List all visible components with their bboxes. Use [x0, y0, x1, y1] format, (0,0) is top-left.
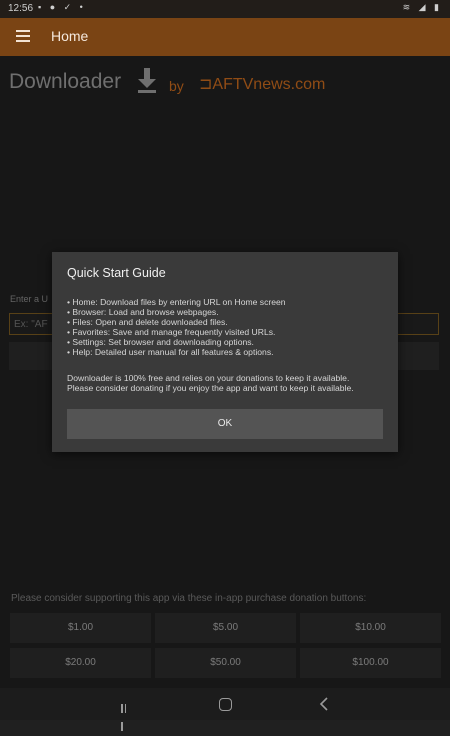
list-item: • Browser: Load and browse webpages.	[67, 307, 219, 317]
system-nav-bar	[0, 688, 450, 731]
status-bar: 12:56 ▪ ● ✓ • ≋ ◢ ▮	[0, 0, 450, 18]
list-item: • Files: Open and delete downloaded file…	[67, 317, 228, 327]
dialog-title: Quick Start Guide	[67, 266, 166, 280]
list-item: • Settings: Set browser and downloading …	[67, 337, 254, 347]
list-item: • Home: Download files by entering URL o…	[67, 297, 286, 307]
quick-start-dialog: Quick Start Guide • Home: Download files…	[52, 252, 398, 452]
home-icon[interactable]	[219, 698, 232, 711]
dialog-feature-list: • Home: Download files by entering URL o…	[67, 297, 286, 357]
app-bar: Home	[0, 18, 450, 56]
status-time: 12:56	[8, 3, 34, 14]
notification-icons: ▪ ● ✓ •	[38, 2, 86, 12]
dialog-donation-note: Downloader is 100% free and relies on yo…	[67, 373, 387, 393]
dialog-note-line-2: Please consider donating if you enjoy th…	[67, 383, 354, 393]
page-title: Home	[51, 28, 89, 44]
ok-button[interactable]: OK	[67, 409, 383, 439]
back-icon[interactable]	[318, 697, 330, 711]
recent-apps-icon[interactable]	[121, 700, 131, 731]
hamburger-icon[interactable]	[16, 30, 30, 42]
dialog-note-line-1: Downloader is 100% free and relies on yo…	[67, 373, 350, 383]
system-status-icons: ≋ ◢ ▮	[402, 2, 442, 12]
list-item: • Help: Detailed user manual for all fea…	[67, 347, 274, 357]
list-item: • Favorites: Save and manage frequently …	[67, 327, 276, 337]
